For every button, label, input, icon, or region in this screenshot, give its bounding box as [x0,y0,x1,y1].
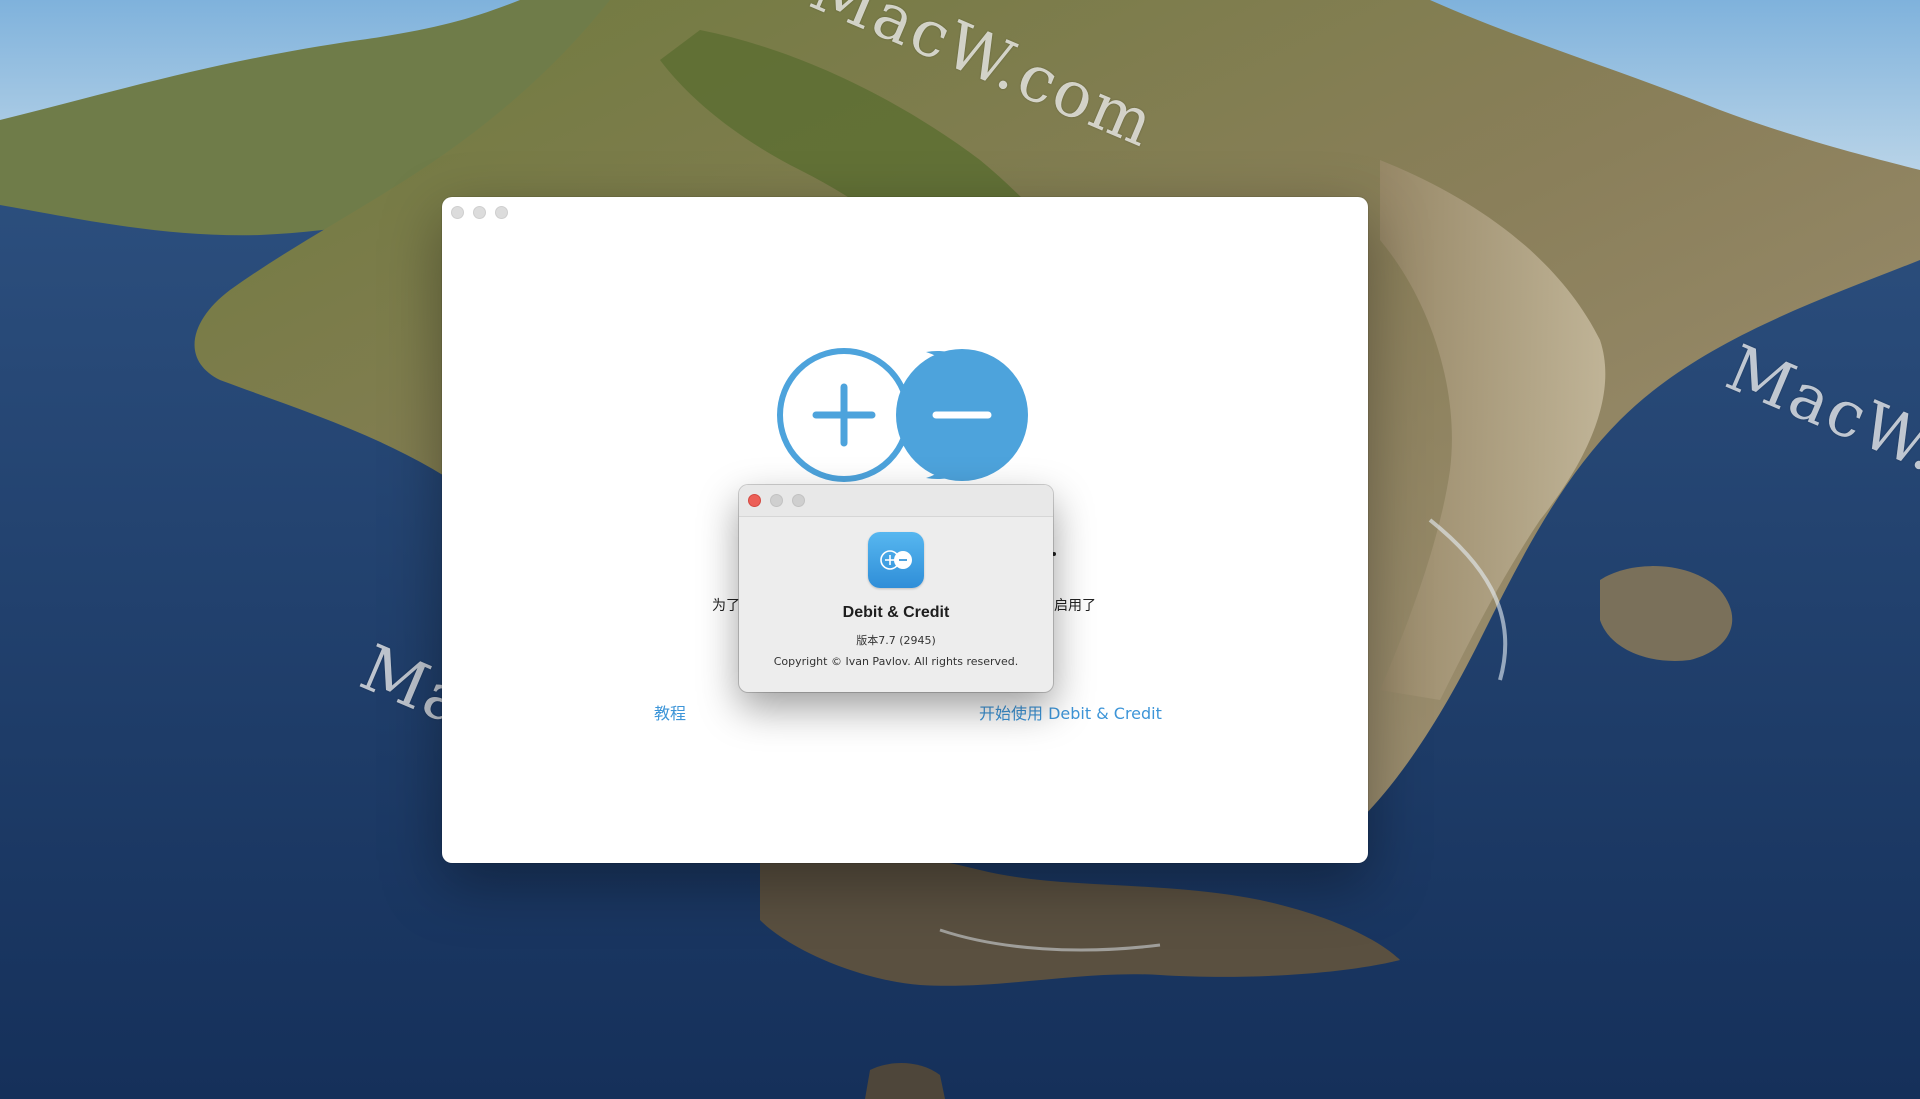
copyright-text: Copyright © Ivan Pavlov. All rights rese… [773,655,1019,668]
close-button[interactable] [748,494,761,507]
about-window-controls [748,494,805,507]
debit-credit-logo [777,348,1028,482]
window-controls [451,206,508,219]
minus-circle-icon [896,349,1028,481]
app-icon [868,532,924,588]
welcome-text-right: 启用了 [1054,598,1096,614]
welcome-text-left: 为了 [712,598,740,614]
minimize-button[interactable] [473,206,486,219]
plus-circle-icon [777,348,911,482]
zoom-button[interactable] [495,206,508,219]
zoom-button [792,494,805,507]
minimize-button [770,494,783,507]
close-button[interactable] [451,206,464,219]
app-version: 版本7.7 (2945) [856,634,936,647]
tutorial-link[interactable]: 教程 [654,700,686,724]
get-started-link[interactable]: 开始使用 Debit & Credit [979,700,1162,724]
app-name: Debit & Credit [842,604,950,621]
about-dialog: Debit & Credit 版本7.7 (2945) Copyright © … [739,485,1053,692]
about-titlebar [739,485,1053,517]
